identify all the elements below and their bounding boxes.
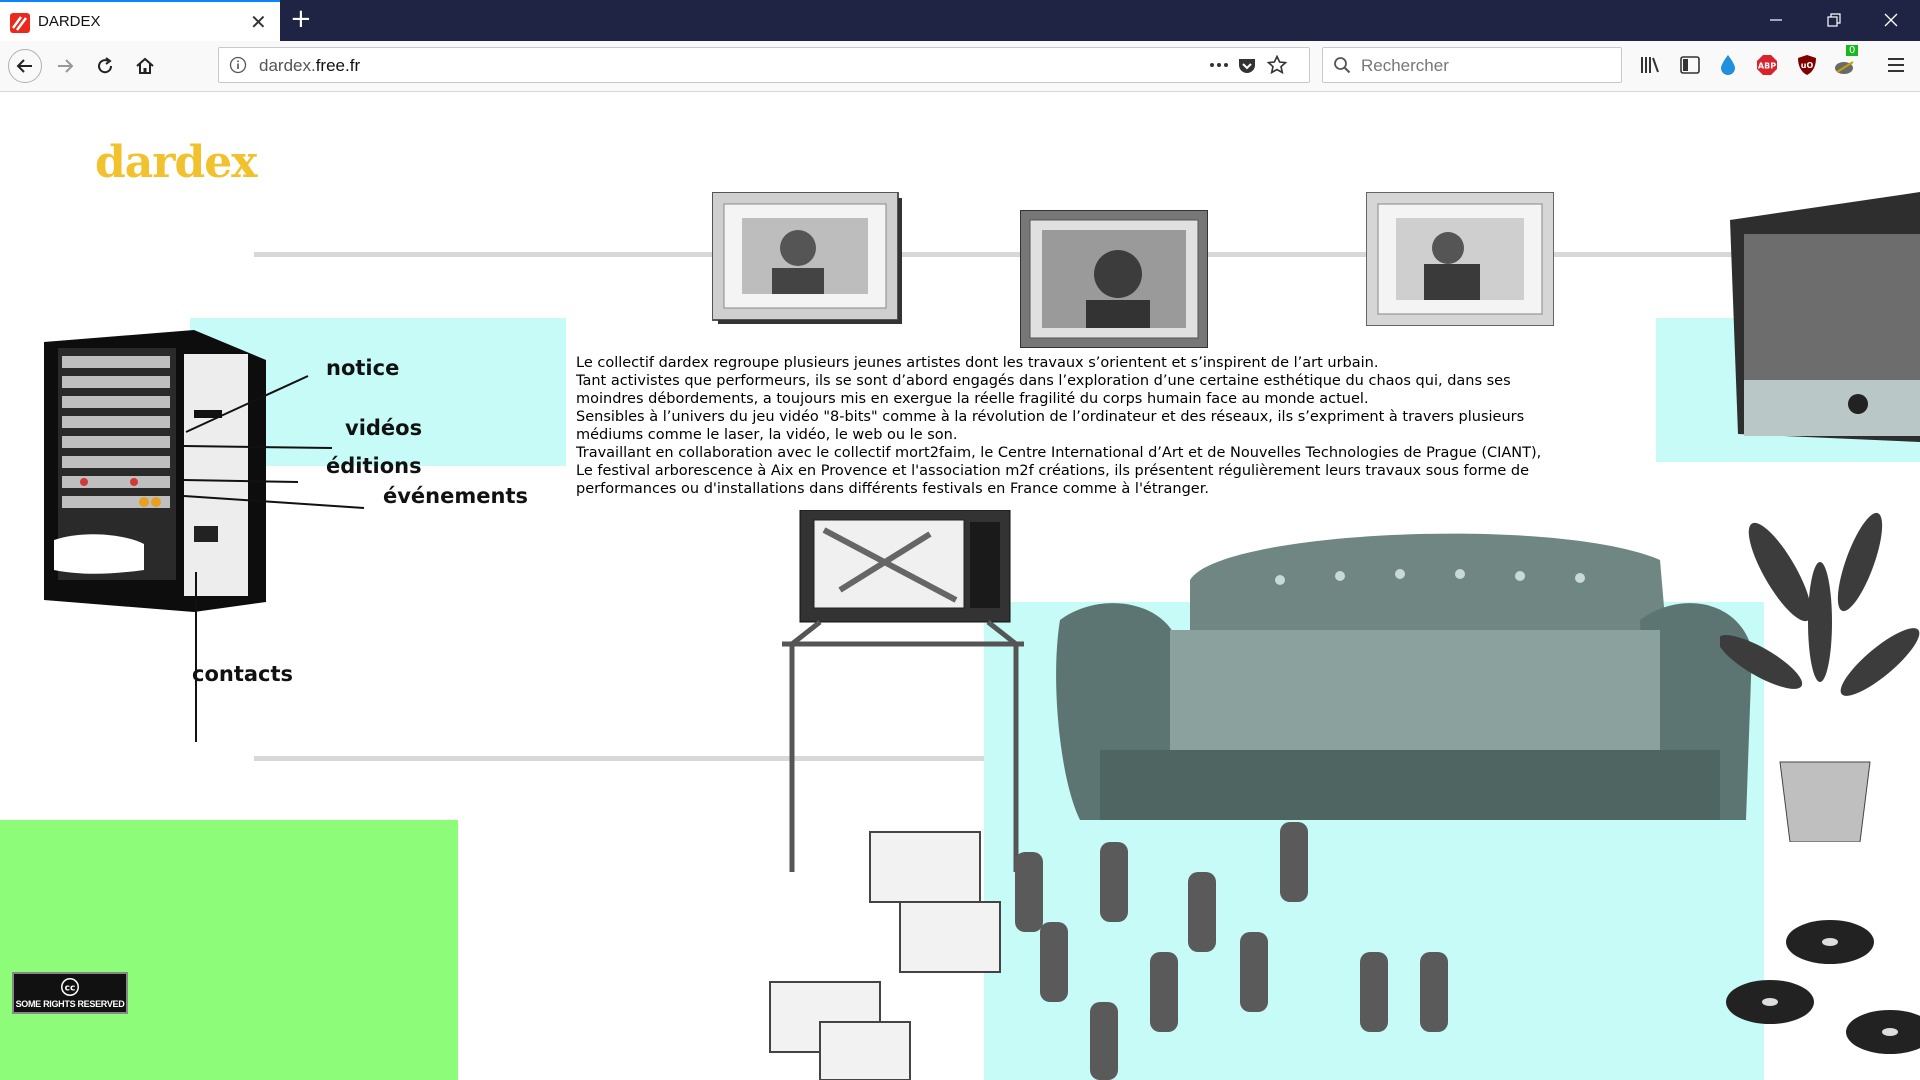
- search-bar[interactable]: [1322, 47, 1622, 83]
- home-icon: [136, 57, 154, 74]
- search-input[interactable]: [1359, 54, 1613, 78]
- url-text: dardex.free.fr: [259, 56, 360, 76]
- url-bar[interactable]: dardex.free.fr: [218, 47, 1310, 83]
- sidebar-icon: [1680, 56, 1700, 74]
- home-button[interactable]: [128, 49, 162, 83]
- site-logo[interactable]: dardex: [95, 137, 257, 188]
- bookmark-star-icon[interactable]: [1267, 55, 1287, 75]
- vinyl-records-image: [1726, 920, 1920, 1054]
- nav-link-notice[interactable]: notice: [326, 356, 399, 380]
- restore-icon[interactable]: [1826, 12, 1842, 28]
- dardex-favicon-icon: [10, 13, 30, 33]
- nav-link-videos[interactable]: vidéos: [345, 416, 422, 440]
- ublock-button[interactable]: uO: [1793, 51, 1821, 79]
- pocket-icon[interactable]: [1237, 56, 1257, 76]
- ublock-shield-icon: uO: [1798, 55, 1816, 75]
- greasemonkey-button[interactable]: 0: [1832, 45, 1860, 79]
- new-tab-button[interactable]: +: [290, 4, 312, 34]
- intro-paragraph: Le collectif dardex regroupe plusieurs j…: [576, 355, 1379, 371]
- reload-icon: [98, 57, 113, 74]
- creative-commons-badge[interactable]: cc SOME RIGHTS RESERVED: [12, 972, 128, 1014]
- adblock-plus-icon: ABP: [1757, 55, 1777, 75]
- arrow-right-icon: [58, 59, 74, 73]
- intro-text: Le collectif dardex regroupe plusieurs j…: [576, 354, 1556, 498]
- addon-badge: 0: [1846, 45, 1859, 56]
- library-button[interactable]: [1636, 51, 1664, 79]
- svg-text:cc: cc: [65, 984, 76, 994]
- search-icon: [1334, 57, 1351, 74]
- nav-link-contacts[interactable]: contacts: [192, 662, 293, 686]
- menu-button[interactable]: [1882, 51, 1910, 79]
- close-window-icon[interactable]: [1883, 12, 1899, 28]
- intro-paragraph: Tant activistes que performeurs, ils se …: [576, 373, 1511, 407]
- info-icon[interactable]: [229, 56, 247, 74]
- reload-button[interactable]: [88, 49, 122, 83]
- adblock-button[interactable]: ABP: [1753, 51, 1781, 79]
- plant-image: [1720, 512, 1920, 842]
- close-tab-icon[interactable]: ✕: [250, 10, 267, 34]
- page-viewport: dardex notice vidéos éditions événements…: [0, 92, 1920, 1080]
- browser-toolbar: dardex.free.fr ABP uO 0: [0, 41, 1920, 92]
- water-drop-icon: [1721, 55, 1735, 75]
- browser-titlebar: DARDEX ✕ +: [0, 0, 1920, 41]
- hamburger-menu-icon: [1888, 58, 1904, 72]
- svg-text:ABP: ABP: [1758, 62, 1776, 71]
- back-button[interactable]: [8, 49, 42, 83]
- portrait-frame-1: [712, 192, 902, 324]
- creative-commons-icon: cc: [61, 978, 79, 996]
- svg-text:uO: uO: [1801, 61, 1814, 70]
- sofa-image: [1056, 533, 1752, 820]
- portrait-frame-3: [1366, 192, 1554, 326]
- url-host: dardex.: [259, 56, 316, 75]
- tab-title: DARDEX: [38, 13, 101, 30]
- cc-badge-text: SOME RIGHTS RESERVED: [15, 999, 125, 1009]
- portrait-frame-2: [1020, 210, 1208, 348]
- url-domain: free.fr: [315, 56, 361, 75]
- speaker-image: [1730, 192, 1920, 442]
- nav-link-evenements[interactable]: événements: [383, 484, 528, 508]
- sidebar-button[interactable]: [1676, 51, 1704, 79]
- bottles-and-boxes-image: [769, 822, 1448, 1080]
- page-actions-icon[interactable]: [1209, 61, 1229, 69]
- arrow-left-icon: [16, 59, 32, 73]
- green-panel: [0, 820, 458, 1080]
- library-icon: [1641, 57, 1659, 73]
- forward-button[interactable]: [48, 49, 82, 83]
- intro-paragraph: Sensibles à l’univers du jeu vidéo "8-bi…: [576, 409, 1525, 443]
- water-addon-button[interactable]: [1714, 51, 1742, 79]
- intro-paragraph: Travaillant en collaboration avec le col…: [576, 445, 1542, 497]
- browser-tab[interactable]: DARDEX ✕: [0, 0, 280, 41]
- minimize-icon[interactable]: [1768, 12, 1784, 28]
- nav-link-editions[interactable]: éditions: [326, 454, 422, 478]
